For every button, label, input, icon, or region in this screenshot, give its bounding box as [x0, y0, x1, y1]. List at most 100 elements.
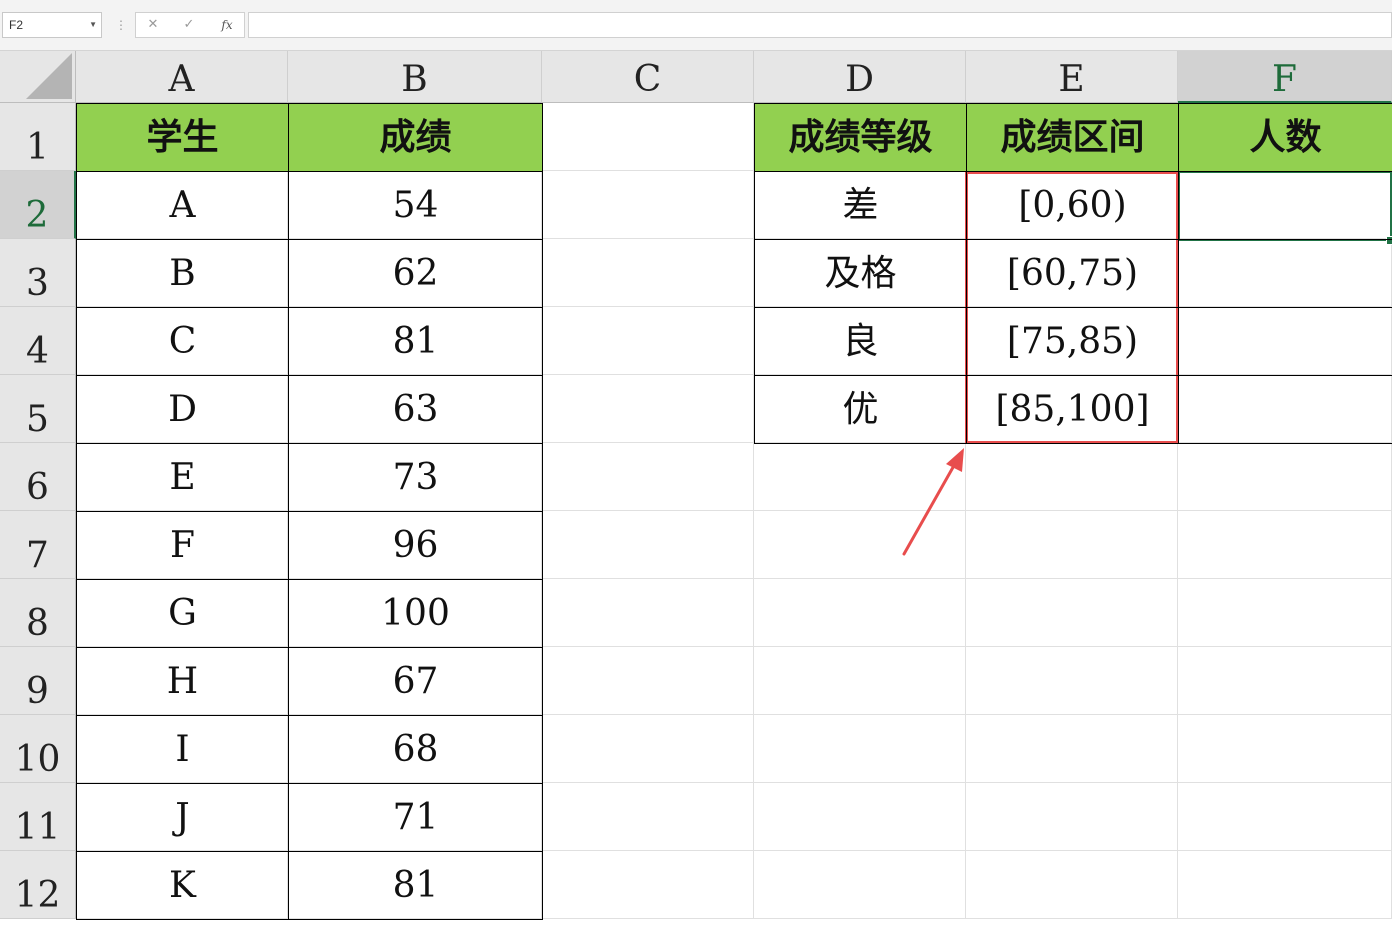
cell-text: F — [170, 525, 195, 566]
cell-c9[interactable] — [542, 647, 754, 715]
cell-c2[interactable] — [542, 171, 754, 239]
cell-d11[interactable] — [754, 783, 966, 851]
column-header-a[interactable]: A — [76, 51, 288, 103]
cell-f6[interactable] — [1178, 443, 1392, 511]
cell-b1[interactable]: 成绩 — [288, 103, 543, 172]
cell-c8[interactable] — [542, 579, 754, 647]
cell-f3[interactable] — [1178, 239, 1392, 308]
cell-e7[interactable] — [966, 511, 1178, 579]
cell-d8[interactable] — [754, 579, 966, 647]
cell-text: 68 — [392, 729, 439, 770]
row-header-2[interactable]: 2 — [0, 171, 76, 239]
cell-a12[interactable]: K — [76, 851, 289, 920]
cell-a11[interactable]: J — [76, 783, 289, 852]
cell-a3[interactable]: B — [76, 239, 289, 308]
cell-b4[interactable]: 81 — [288, 307, 543, 376]
column-header-c[interactable]: C — [542, 51, 754, 103]
row-header-3[interactable]: 3 — [0, 239, 76, 307]
select-all-corner[interactable] — [0, 51, 76, 103]
cell-c3[interactable] — [542, 239, 754, 307]
cell-a10[interactable]: I — [76, 715, 289, 784]
annotation-arrow-icon — [902, 448, 964, 556]
cell-c1[interactable] — [542, 103, 754, 171]
select-all-triangle-icon — [26, 53, 72, 99]
cell-d10[interactable] — [754, 715, 966, 783]
column-header-d[interactable]: D — [754, 51, 966, 103]
column-header-f[interactable]: F — [1178, 51, 1392, 103]
cell-a1[interactable]: 学生 — [76, 103, 289, 172]
cell-b10[interactable]: 68 — [288, 715, 543, 784]
cell-c6[interactable] — [542, 443, 754, 511]
cell-e9[interactable] — [966, 647, 1178, 715]
cell-text: D — [168, 389, 197, 430]
row-header-8[interactable]: 8 — [0, 579, 76, 647]
cell-text: I — [175, 729, 190, 770]
cell-a7[interactable]: F — [76, 511, 289, 580]
row-header-6[interactable]: 6 — [0, 443, 76, 511]
cell-a4[interactable]: C — [76, 307, 289, 376]
cell-c11[interactable] — [542, 783, 754, 851]
cell-e3[interactable]: [60,75) — [966, 239, 1179, 308]
cell-e10[interactable] — [966, 715, 1178, 783]
cell-f10[interactable] — [1178, 715, 1392, 783]
cell-b2[interactable]: 54 — [288, 171, 543, 240]
cell-b3[interactable]: 62 — [288, 239, 543, 308]
cell-d12[interactable] — [754, 851, 966, 919]
row-header-1[interactable]: 1 — [0, 103, 76, 171]
row-header-12[interactable]: 12 — [0, 851, 76, 919]
column-header-e[interactable]: E — [966, 51, 1178, 103]
cell-e8[interactable] — [966, 579, 1178, 647]
cell-a2[interactable]: A — [76, 171, 289, 240]
cell-f1[interactable]: 人数 — [1178, 103, 1392, 172]
cell-f2[interactable] — [1178, 171, 1392, 240]
cell-a8[interactable]: G — [76, 579, 289, 648]
row-header-10[interactable]: 10 — [0, 715, 76, 783]
cell-text: G — [168, 593, 197, 634]
cell-c5[interactable] — [542, 375, 754, 443]
cell-b6[interactable]: 73 — [288, 443, 543, 512]
cell-c12[interactable] — [542, 851, 754, 919]
cell-c7[interactable] — [542, 511, 754, 579]
cell-c10[interactable] — [542, 715, 754, 783]
cell-f7[interactable] — [1178, 511, 1392, 579]
cell-d1[interactable]: 成绩等级 — [754, 103, 967, 172]
cell-d9[interactable] — [754, 647, 966, 715]
cell-e6[interactable] — [966, 443, 1178, 511]
cell-e12[interactable] — [966, 851, 1178, 919]
row-header-11[interactable]: 11 — [0, 783, 76, 851]
cell-c4[interactable] — [542, 307, 754, 375]
cell-f9[interactable] — [1178, 647, 1392, 715]
cell-f11[interactable] — [1178, 783, 1392, 851]
cell-e2[interactable]: [0,60) — [966, 171, 1179, 240]
cell-text: 良 — [842, 321, 879, 362]
cell-d2[interactable]: 差 — [754, 171, 967, 240]
cell-e4[interactable]: [75,85) — [966, 307, 1179, 376]
cell-d4[interactable]: 良 — [754, 307, 967, 376]
row-header-4[interactable]: 4 — [0, 307, 76, 375]
cell-b9[interactable]: 67 — [288, 647, 543, 716]
cell-b7[interactable]: 96 — [288, 511, 543, 580]
cell-text: 人数 — [1249, 117, 1322, 158]
cell-b5[interactable]: 63 — [288, 375, 543, 444]
cell-d5[interactable]: 优 — [754, 375, 967, 444]
cell-b8[interactable]: 100 — [288, 579, 543, 648]
cell-f12[interactable] — [1178, 851, 1392, 919]
cell-a9[interactable]: H — [76, 647, 289, 716]
cell-b12[interactable]: 81 — [288, 851, 543, 920]
cell-a5[interactable]: D — [76, 375, 289, 444]
cell-d3[interactable]: 及格 — [754, 239, 967, 308]
cell-e11[interactable] — [966, 783, 1178, 851]
cell-a6[interactable]: E — [76, 443, 289, 512]
row-header-5[interactable]: 5 — [0, 375, 76, 443]
cell-b11[interactable]: 71 — [288, 783, 543, 852]
row-header-7[interactable]: 7 — [0, 511, 76, 579]
cell-e5[interactable]: [85,100] — [966, 375, 1179, 444]
cell-f5[interactable] — [1178, 375, 1392, 444]
cell-e1[interactable]: 成绩区间 — [966, 103, 1179, 172]
cell-text: 成绩等级 — [788, 117, 933, 158]
cell-f8[interactable] — [1178, 579, 1392, 647]
spreadsheet-grid: ABCDEF 1 2 3 4 5 6 7 8 9 10 11 12 学生 成绩 A 54 B 62 C 81 D 63 E… — [0, 0, 1392, 920]
row-header-9[interactable]: 9 — [0, 647, 76, 715]
cell-f4[interactable] — [1178, 307, 1392, 376]
column-header-b[interactable]: B — [288, 51, 542, 103]
